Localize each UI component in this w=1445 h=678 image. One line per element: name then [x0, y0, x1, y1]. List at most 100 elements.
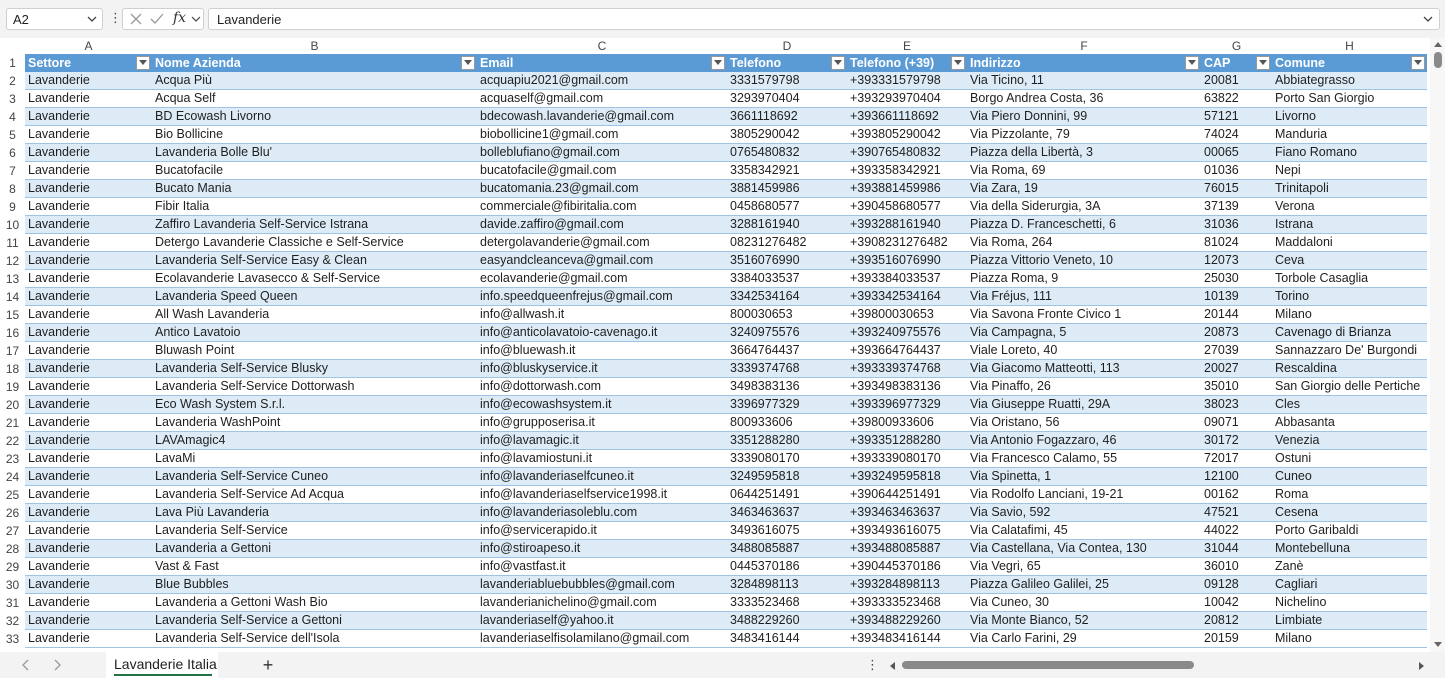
cell-email[interactable]: biobollicine1@gmail.com	[477, 126, 727, 144]
name-box[interactable]: A2	[6, 8, 103, 30]
cell-email[interactable]: info.speedqueenfrejus@gmail.com	[477, 288, 727, 306]
column-header-a[interactable]: A	[25, 38, 152, 54]
cell-telefono[interactable]: 3881459986	[727, 180, 847, 198]
cell-indirizzo[interactable]: Via Giacomo Matteotti, 113	[967, 360, 1201, 378]
cell-comune[interactable]: Cles	[1272, 396, 1427, 414]
cell-nome-azienda[interactable]: Antico Lavatoio	[152, 324, 477, 342]
cell-settore[interactable]: Lavanderie	[25, 162, 152, 180]
cell-email[interactable]: info@bluewash.it	[477, 342, 727, 360]
column-header-g[interactable]: G	[1201, 38, 1272, 54]
filter-dropdown-button[interactable]	[1256, 56, 1270, 70]
cell-settore[interactable]: Lavanderie	[25, 522, 152, 540]
cell-telefono-39[interactable]: +393463463637	[847, 504, 967, 522]
cell-settore[interactable]: Lavanderie	[25, 540, 152, 558]
cell-nome-azienda[interactable]: Acqua Più	[152, 72, 477, 90]
cell-cap[interactable]: 09128	[1201, 576, 1272, 594]
cell-nome-azienda[interactable]: Lava Più Lavanderia	[152, 504, 477, 522]
cell-email[interactable]: info@lavanderiaselfservice1998.it	[477, 486, 727, 504]
cell-nome-azienda[interactable]: Bluwash Point	[152, 342, 477, 360]
cell-email[interactable]: bucatofacile@gmail.com	[477, 162, 727, 180]
cell-telefono-39[interactable]: +393358342921	[847, 162, 967, 180]
cell-email[interactable]: info@servicerapido.it	[477, 522, 727, 540]
row-header[interactable]: 19	[0, 378, 25, 396]
horizontal-scrollbar[interactable]	[886, 658, 1430, 672]
cell-nome-azienda[interactable]: Acqua Self	[152, 90, 477, 108]
cell-telefono-39[interactable]: +393664764437	[847, 342, 967, 360]
cell-cap[interactable]: 25030	[1201, 270, 1272, 288]
cell-settore[interactable]: Lavanderie	[25, 378, 152, 396]
cell-indirizzo[interactable]: Via Fréjus, 111	[967, 288, 1201, 306]
cell-indirizzo[interactable]: Via Roma, 69	[967, 162, 1201, 180]
cell-cap[interactable]: 00162	[1201, 486, 1272, 504]
cell-comune[interactable]: Torbole Casaglia	[1272, 270, 1427, 288]
cell-indirizzo[interactable]: Via Carlo Farini, 29	[967, 630, 1201, 648]
cell-telefono-39[interactable]: +393339374768	[847, 360, 967, 378]
cell-indirizzo[interactable]: Via Savio, 592	[967, 504, 1201, 522]
row-header[interactable]: 11	[0, 234, 25, 252]
check-icon[interactable]	[150, 12, 164, 26]
cell-cap[interactable]: 12100	[1201, 468, 1272, 486]
cell-comune[interactable]: Zanè	[1272, 558, 1427, 576]
add-sheet-button[interactable]: +	[260, 655, 276, 675]
cell-indirizzo[interactable]: Via Ticino, 11	[967, 72, 1201, 90]
cell-cap[interactable]: 74024	[1201, 126, 1272, 144]
cell-cap[interactable]: 31044	[1201, 540, 1272, 558]
cell-telefono-39[interactable]: +393881459986	[847, 180, 967, 198]
cell-telefono-39[interactable]: +393516076990	[847, 252, 967, 270]
column-header-b[interactable]: B	[152, 38, 477, 54]
cell-telefono[interactable]: 3664764437	[727, 342, 847, 360]
column-header-d[interactable]: D	[727, 38, 847, 54]
cell-nome-azienda[interactable]: Lavanderia Self-Service	[152, 522, 477, 540]
cell-telefono-39[interactable]: +393249595818	[847, 468, 967, 486]
cell-nome-azienda[interactable]: Lavanderia Speed Queen	[152, 288, 477, 306]
cell-comune[interactable]: Porto Garibaldi	[1272, 522, 1427, 540]
filter-dropdown-button[interactable]	[1411, 56, 1425, 70]
cell-cap[interactable]: 20159	[1201, 630, 1272, 648]
cell-settore[interactable]: Lavanderie	[25, 576, 152, 594]
row-header[interactable]: 6	[0, 144, 25, 162]
cell-comune[interactable]: Roma	[1272, 486, 1427, 504]
cell-settore[interactable]: Lavanderie	[25, 360, 152, 378]
cell-nome-azienda[interactable]: Lavanderia Self-Service Easy & Clean	[152, 252, 477, 270]
cell-comune[interactable]: Ostuni	[1272, 450, 1427, 468]
cell-comune[interactable]: Montebelluna	[1272, 540, 1427, 558]
cell-email[interactable]: info@anticolavatoio-cavenago.it	[477, 324, 727, 342]
cell-cap[interactable]: 10139	[1201, 288, 1272, 306]
cell-indirizzo[interactable]: Via Oristano, 56	[967, 414, 1201, 432]
cell-telefono-39[interactable]: +393333523468	[847, 594, 967, 612]
row-header[interactable]: 14	[0, 288, 25, 306]
row-header[interactable]: 9	[0, 198, 25, 216]
cell-nome-azienda[interactable]: Lavanderia a Gettoni	[152, 540, 477, 558]
cell-settore[interactable]: Lavanderie	[25, 486, 152, 504]
row-header[interactable]: 32	[0, 612, 25, 630]
filter-dropdown-button[interactable]	[461, 56, 475, 70]
filter-dropdown-button[interactable]	[711, 56, 725, 70]
row-header[interactable]: 30	[0, 576, 25, 594]
cell-email[interactable]: lavanderianichelino@gmail.com	[477, 594, 727, 612]
cell-cap[interactable]: 63822	[1201, 90, 1272, 108]
cell-telefono-39[interactable]: +390458680577	[847, 198, 967, 216]
row-header[interactable]: 5	[0, 126, 25, 144]
cell-email[interactable]: lavanderiaselfisolamilano@gmail.com	[477, 630, 727, 648]
cell-indirizzo[interactable]: Via Zara, 19	[967, 180, 1201, 198]
cell-telefono[interactable]: 3351288280	[727, 432, 847, 450]
cell-email[interactable]: commerciale@fibiritalia.com	[477, 198, 727, 216]
row-header[interactable]: 20	[0, 396, 25, 414]
cell-indirizzo[interactable]: Via Monte Bianco, 52	[967, 612, 1201, 630]
cell-cap[interactable]: 20144	[1201, 306, 1272, 324]
cell-cap[interactable]: 12073	[1201, 252, 1272, 270]
cell-telefono[interactable]: 3284898113	[727, 576, 847, 594]
cell-settore[interactable]: Lavanderie	[25, 288, 152, 306]
cell-comune[interactable]: San Giorgio delle Pertiche	[1272, 378, 1427, 396]
cell-telefono-39[interactable]: +393483416144	[847, 630, 967, 648]
cell-settore[interactable]: Lavanderie	[25, 72, 152, 90]
row-header[interactable]: 23	[0, 450, 25, 468]
row-header[interactable]: 4	[0, 108, 25, 126]
cell-settore[interactable]: Lavanderie	[25, 180, 152, 198]
cell-nome-azienda[interactable]: LAVAmagic4	[152, 432, 477, 450]
cell-indirizzo[interactable]: Via Pizzolante, 79	[967, 126, 1201, 144]
row-header[interactable]: 7	[0, 162, 25, 180]
cell-cap[interactable]: 37139	[1201, 198, 1272, 216]
cell-cap[interactable]: 81024	[1201, 234, 1272, 252]
column-header-e[interactable]: E	[847, 38, 967, 54]
